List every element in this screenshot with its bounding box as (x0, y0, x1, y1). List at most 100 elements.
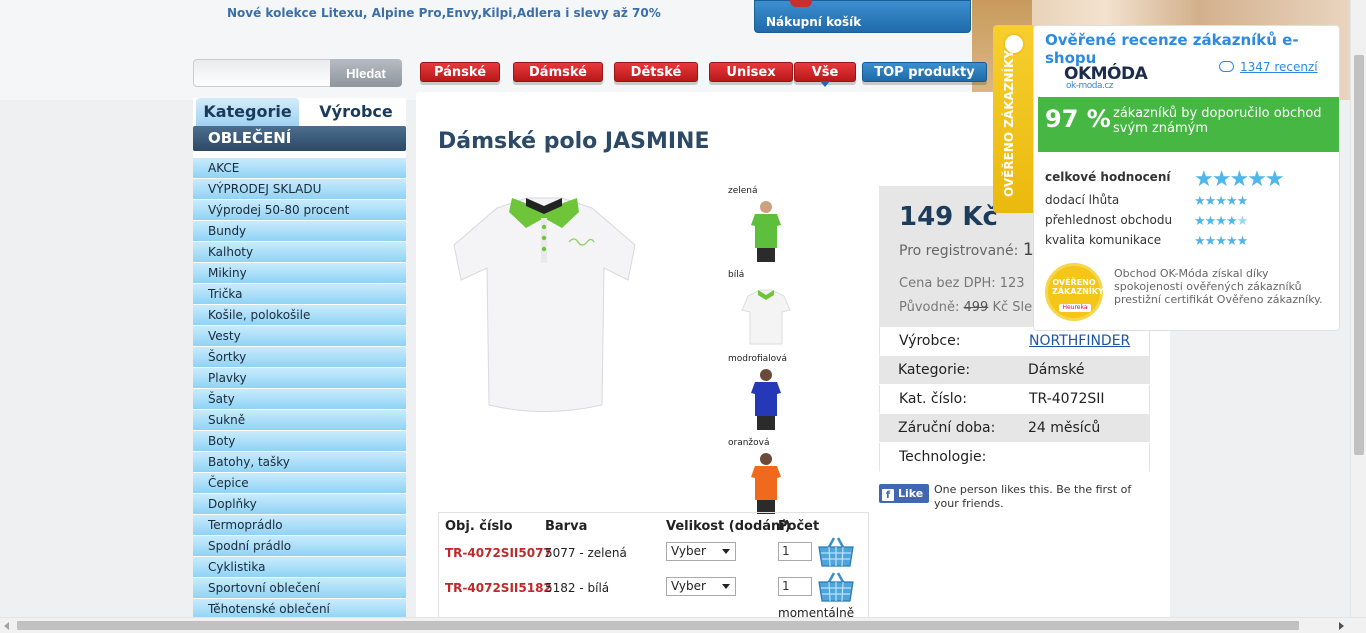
sidebar-item-sukne[interactable]: Sukně (193, 410, 406, 431)
cart-label: Nákupní košík (766, 15, 862, 29)
thumb-label: oranžová (728, 438, 770, 448)
rating-stars-overall: ★★★★★ (1194, 169, 1285, 191)
price-original: Původně: 499 Kč Sle (899, 300, 1032, 315)
nav-vse[interactable]: Vše (794, 62, 856, 87)
size-select[interactable]: Vyber (666, 577, 736, 596)
quantity-input[interactable]: 1 (778, 577, 812, 596)
vertical-scrollbar[interactable] (1350, 0, 1366, 617)
sidebar-item-kosile[interactable]: Košile, polokošile (193, 305, 406, 326)
add-to-cart-basket-icon[interactable] (817, 570, 855, 603)
sidebar-item-cepice[interactable]: Čepice (193, 473, 406, 494)
variants-table: Obj. číslo Barva Velikost (dodání) Počet… (438, 512, 870, 620)
reviews-widget: Ověřené recenze zákazníků e-shopu OKMÓDA… (1033, 25, 1340, 331)
tab-vyrobce[interactable]: Výrobce (311, 98, 401, 126)
star-icon: ★★★★★ (1194, 167, 1285, 192)
scrollbar-thumb[interactable] (17, 621, 1299, 630)
rating-label: kvalita komunikace (1045, 233, 1162, 247)
quantity-input[interactable]: 1 (778, 542, 812, 561)
reviews-side-label: OVĚŘENO ZÁKAZNÍKY (1002, 50, 1016, 197)
sidebar-tabs: Kategorie Výrobce (193, 98, 406, 126)
thumb-label: bílá (728, 270, 745, 280)
sidebar-item-saty[interactable]: Šaty (193, 389, 406, 410)
cart-button[interactable]: Nákupní košík (754, 0, 971, 33)
nav-detske[interactable]: Dětské (614, 62, 698, 82)
promo-text[interactable]: Nové kolekce Litexu, Alpine Pro,Envy,Kil… (227, 6, 661, 20)
size-select[interactable]: Vyber (666, 542, 736, 561)
variant-code[interactable]: TR-4072SII5077 (445, 546, 552, 560)
spec-value: 24 měsíců (1028, 420, 1101, 436)
reviews-count-link[interactable]: 1347 recenzí (1219, 60, 1318, 74)
size-select-value: Vyber (671, 579, 706, 593)
sidebar-item-vyprodej-50-80[interactable]: Výprodej 50-80 procent (193, 200, 406, 221)
search-button[interactable]: Hledat (330, 59, 402, 87)
thumb-modrofialova[interactable] (738, 366, 794, 432)
table-row: TR-4072SII5182 5182 - bílá Vyber 1 (439, 569, 870, 604)
thumb-bila[interactable] (738, 282, 794, 348)
shop-logo: OKMÓDA ok-moda.cz (1064, 64, 1148, 91)
sidebar: Kategorie Výrobce OBLEČENÍ AKCE VÝPRODEJ… (193, 98, 406, 620)
col-header: Barva (545, 519, 588, 534)
col-header: Počet (778, 519, 820, 534)
sidebar-item-mikiny[interactable]: Mikiny (193, 263, 406, 284)
scrollbar-thumb[interactable] (1354, 55, 1364, 455)
spec-table: Výrobce: NORTHFINDER Kategorie: Dámské Kat… (879, 327, 1150, 472)
rating-label: přehlednost obchodu (1045, 213, 1173, 227)
sidebar-item-tricka[interactable]: Trička (193, 284, 406, 305)
price-orig-label: Původně: (899, 300, 960, 315)
sidebar-item-akce[interactable]: AKCE (193, 158, 406, 179)
product-main-image[interactable] (452, 190, 637, 415)
nav-top-produkty[interactable]: TOP produkty (862, 62, 987, 82)
price-orig-value: 499 (963, 300, 989, 315)
spec-key: Technologie: (899, 449, 987, 465)
spec-row-kat-cislo: Kat. číslo: TR-4072SII (879, 385, 1150, 414)
sidebar-item-plavky[interactable]: Plavky (193, 368, 406, 389)
sidebar-item-kalhoty[interactable]: Kalhoty (193, 242, 406, 263)
sidebar-item-sportovni[interactable]: Sportovní oblečení (193, 578, 406, 599)
recommendation-text: zákazníků by doporučilo obchod svým znám… (1113, 106, 1322, 136)
thumb-label: modrofialová (728, 354, 788, 364)
manufacturer-link[interactable]: NORTHFINDER (1029, 327, 1130, 356)
variant-code[interactable]: TR-4072SII5182 (445, 581, 552, 595)
reviews-count: 1347 recenzí (1240, 60, 1318, 74)
sidebar-heading: OBLEČENÍ (193, 126, 406, 151)
sidebar-item-vesty[interactable]: Vesty (193, 326, 406, 347)
spec-key: Kat. číslo: (899, 391, 967, 407)
spec-row-kategorie: Kategorie: Dámské (879, 356, 1150, 385)
reviews-side-tab[interactable]: OVĚŘENO ZÁKAZNÍKY (993, 25, 1033, 213)
sidebar-item-sortky[interactable]: Šortky (193, 347, 406, 368)
size-select-value: Vyber (671, 544, 706, 558)
sidebar-item-doplnky[interactable]: Doplňky (193, 494, 406, 515)
spec-row-technologie: Technologie: (879, 443, 1150, 472)
facebook-icon: f (882, 489, 894, 501)
spec-key: Kategorie: (898, 362, 971, 378)
thumb-oranzova[interactable] (738, 450, 794, 516)
comment-bubble-icon (1219, 61, 1234, 72)
recommendation-percent: 97 % (1045, 105, 1111, 133)
tab-kategorie[interactable]: Kategorie (196, 98, 299, 126)
price-orig-suffix: Kč Sle (992, 300, 1033, 315)
sidebar-item-termopradlo[interactable]: Termoprádlo (193, 515, 406, 536)
thumb-zelena[interactable] (738, 198, 794, 264)
search-input[interactable] (193, 59, 331, 87)
nav-unisex[interactable]: Unisex (709, 62, 793, 82)
sidebar-item-cyklistika[interactable]: Cyklistika (193, 557, 406, 578)
facebook-like-label: Like (898, 487, 924, 500)
nav-damske[interactable]: Dámské (513, 62, 603, 82)
price-no-vat: Cena bez DPH: 123 (899, 276, 1025, 291)
facebook-like-button[interactable]: f Like (879, 484, 929, 503)
nav-active-arrow-icon (820, 81, 830, 87)
scroll-right-arrow-icon[interactable] (1339, 622, 1344, 630)
recommendation-box: 97 % zákazníků by doporučilo obchod svým… (1038, 97, 1339, 152)
spec-value: TR-4072SII (1029, 391, 1105, 407)
sidebar-item-vyprodej-skladu[interactable]: VÝPRODEJ SKLADU (193, 179, 406, 200)
heureka-certificate-badge[interactable]: OVĚŘENO ZÁKAZNÍKY Heureka (1045, 263, 1104, 321)
scroll-left-arrow-icon[interactable] (4, 622, 9, 630)
nav-panske[interactable]: Pánské (420, 62, 500, 82)
sidebar-item-spodni-pradlo[interactable]: Spodní prádlo (193, 536, 406, 557)
add-to-cart-basket-icon[interactable] (817, 535, 855, 568)
sidebar-item-bundy[interactable]: Bundy (193, 221, 406, 242)
heureka-logo: Heureka (1059, 304, 1091, 312)
sidebar-item-boty[interactable]: Boty (193, 431, 406, 452)
horizontal-scrollbar[interactable] (0, 617, 1366, 633)
sidebar-item-batohy[interactable]: Batohy, tašky (193, 452, 406, 473)
